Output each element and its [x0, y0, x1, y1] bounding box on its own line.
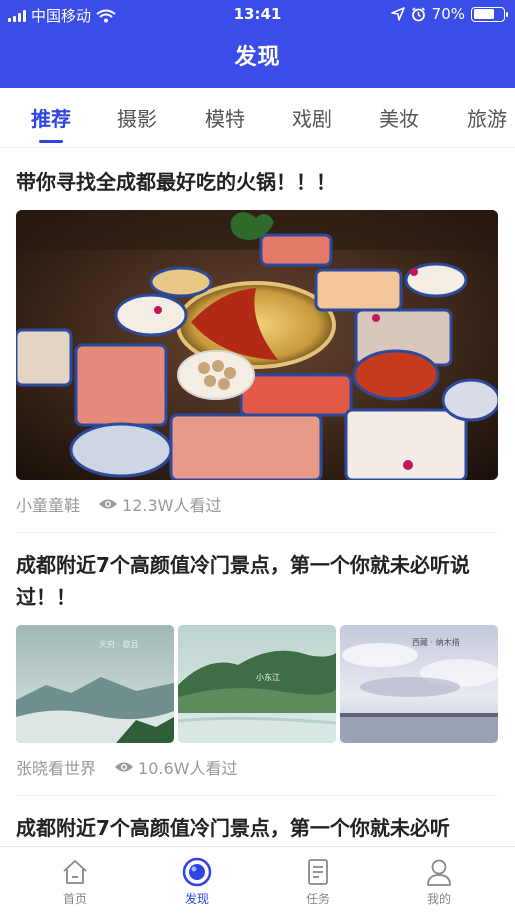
alarm-icon [411, 6, 425, 21]
tab-drama[interactable]: 戏剧 [292, 103, 332, 132]
task-icon [308, 859, 328, 885]
profile-icon [427, 859, 451, 886]
image-caption: 小东江 [256, 672, 280, 682]
scenery-image-lake[interactable]: 西藏 · 纳木措 [340, 625, 498, 743]
scenery-image-mountain[interactable]: 天府 · 歙县 [16, 625, 174, 743]
view-count-label: 12.3W人看过 [122, 496, 222, 515]
image-grid: 天府 · 歙县 小东江 西藏 · 纳木措 [16, 625, 498, 743]
discover-icon [182, 857, 212, 887]
feed-card[interactable]: 成都附近7个高颜值冷门景点，第一个你就未必听说过！！ 天府 · 歙县 小东江 西… [16, 549, 498, 779]
view-count: 10.6W人看过 [114, 755, 237, 779]
hotpot-image[interactable] [16, 210, 498, 480]
location-icon [390, 7, 405, 21]
tabbar-label: 首页 [62, 892, 87, 906]
post-title[interactable]: 成都附近7个高颜值冷门景点，第一个你就未必听说过！！ [16, 549, 498, 613]
image-caption: 西藏 · 纳木措 [412, 637, 460, 647]
post-title[interactable]: 成都附近7个高颜值冷门景点，第一个你就未必听 [16, 812, 498, 844]
status-bar: 中国移动 13:41 70% [0, 0, 515, 30]
divider [16, 532, 498, 533]
eye-icon [99, 499, 118, 509]
author-name[interactable]: 小童童鞋 [16, 492, 80, 516]
tabbar-item-home[interactable]: 首页 [35, 857, 115, 907]
author-name[interactable]: 张晓看世界 [16, 755, 96, 779]
eye-icon [115, 762, 134, 772]
post-title[interactable]: 带你寻找全成都最好吃的火锅！！！ [16, 166, 498, 198]
tabbar-label: 发现 [184, 892, 209, 906]
battery-percent: 70% [431, 5, 465, 23]
feed: 带你寻找全成都最好吃的火锅！！！ 小童童鞋 12.3W人看过 成都附近7个高颜值… [16, 148, 498, 844]
navigation-bar: 发现 [0, 30, 515, 88]
tabbar-item-discover[interactable]: 发现 [157, 857, 237, 907]
tab-photography[interactable]: 摄影 [117, 103, 157, 132]
status-bar-right: 70% [390, 5, 508, 23]
bottom-tab-bar: 首页 发现 任务 我的 [0, 846, 515, 913]
feed-card[interactable]: 带你寻找全成都最好吃的火锅！！！ 小童童鞋 12.3W人看过 [16, 166, 498, 516]
tabbar-label: 任务 [305, 892, 330, 906]
tabbar-label: 我的 [426, 892, 451, 906]
tab-travel[interactable]: 旅游 [467, 103, 507, 132]
home-icon [63, 860, 87, 884]
scenery-image-river[interactable]: 小东江 [178, 625, 336, 743]
view-count: 12.3W人看过 [98, 492, 221, 516]
post-meta: 小童童鞋 12.3W人看过 [16, 492, 498, 516]
post-meta: 张晓看世界 10.6W人看过 [16, 755, 498, 779]
active-tab-indicator [39, 140, 63, 143]
tabbar-item-profile[interactable]: 我的 [399, 857, 479, 907]
battery-fill [473, 9, 494, 19]
category-tabs: 推荐 摄影 模特 戏剧 美妆 旅游 [0, 88, 515, 148]
tab-makeup[interactable]: 美妆 [379, 103, 419, 132]
tab-recommend[interactable]: 推荐 [31, 103, 71, 132]
view-count-label: 10.6W人看过 [138, 759, 238, 778]
tabbar-item-task[interactable]: 任务 [278, 857, 358, 907]
tab-model[interactable]: 模特 [205, 103, 245, 132]
divider [16, 795, 498, 796]
page-title: 发现 [234, 45, 281, 70]
feed-card[interactable]: 成都附近7个高颜值冷门景点，第一个你就未必听 [16, 812, 498, 844]
battery-icon [471, 6, 508, 22]
image-caption: 天府 · 歙县 [99, 639, 139, 649]
